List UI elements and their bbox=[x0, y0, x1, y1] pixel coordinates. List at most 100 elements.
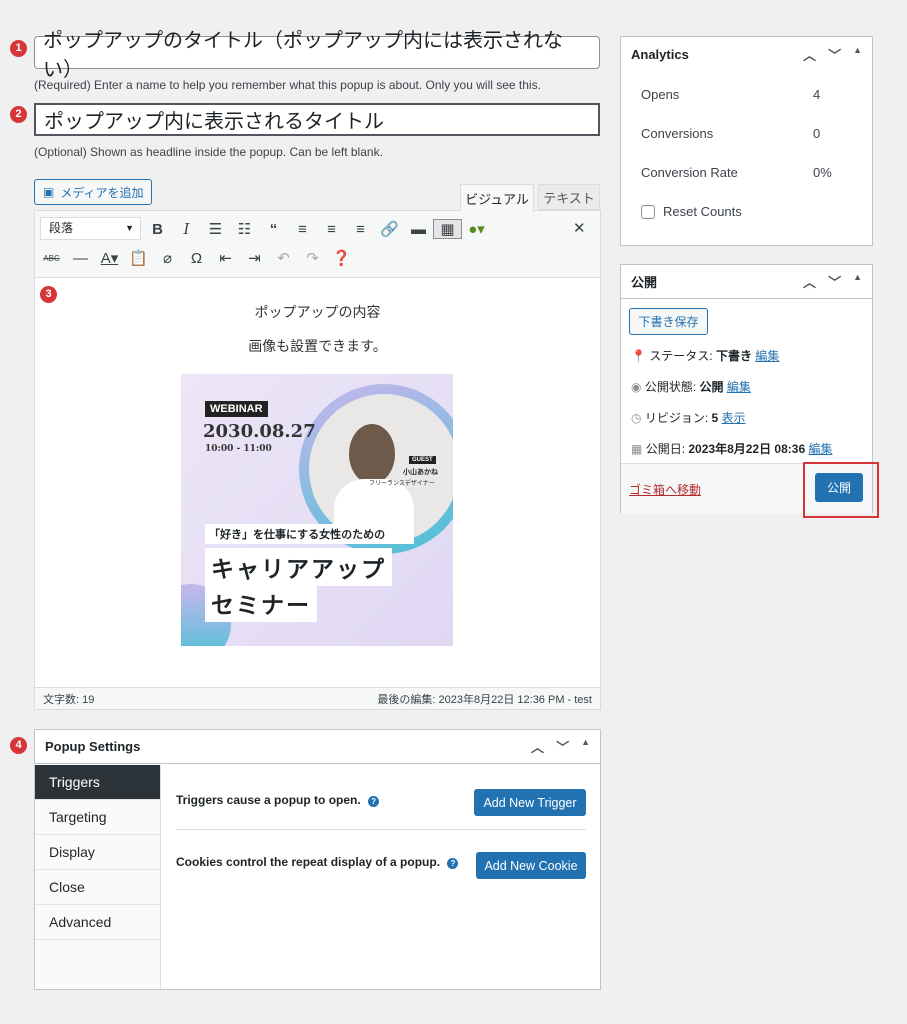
reset-counts-checkbox[interactable]: Reset Counts bbox=[641, 204, 742, 219]
read-more-icon[interactable]: ▬ bbox=[404, 221, 433, 238]
popup-settings-header: Popup Settings ︿ ﹀ ▲ bbox=[35, 730, 600, 764]
plugin-icon[interactable]: ●▾ bbox=[462, 220, 491, 238]
conversions-row: Conversions 0 bbox=[641, 126, 821, 141]
add-media-label: メディアを追加 bbox=[60, 185, 144, 200]
align-left-icon[interactable]: ≡ bbox=[288, 221, 317, 238]
editor-status-bar: 文字数: 19 最後の編集: 2023年8月22日 12:36 PM - test bbox=[35, 687, 600, 709]
popup-headline-input[interactable]: ポップアップ内に表示されるタイトル bbox=[34, 103, 600, 136]
toggle-panel-icon[interactable]: ▲ bbox=[853, 272, 862, 291]
webinar-tag: WEBINAR bbox=[205, 401, 268, 417]
format-value: 段落 bbox=[49, 221, 74, 235]
webinar-time: 10:00 - 11:00 bbox=[205, 444, 272, 454]
edit-date-link[interactable]: 編集 bbox=[808, 442, 832, 456]
editor-toolbar: 段落 ▼ B I ☰ ☷ “≡ ≡ ≡ 🔗 ▬ ▦ ●▾ ✕ ABC — A▾ 📋 ⌀ Ω ⇤ ⇥ ↶ ↷ ❓ bbox=[35, 211, 600, 278]
undo-icon[interactable]: ↶ bbox=[269, 249, 298, 267]
numbered-list-icon[interactable]: ☷ bbox=[230, 220, 259, 238]
view-revisions-link[interactable]: 表示 bbox=[722, 411, 746, 425]
help-icon[interactable]: ? bbox=[447, 858, 459, 869]
tab-text[interactable]: テキスト bbox=[538, 184, 600, 210]
popup-name-value: ポップアップのタイトル（ポップアップ内には表示されない） bbox=[43, 29, 563, 81]
tab-visual[interactable]: ビジュアル bbox=[460, 184, 534, 211]
step-badge-2: 2 bbox=[10, 106, 27, 123]
tab-triggers[interactable]: Triggers bbox=[35, 765, 160, 800]
text-color-icon[interactable]: A▾ bbox=[95, 249, 124, 267]
tab-advanced[interactable]: Advanced bbox=[35, 905, 160, 940]
guest-role: フリーランスデザイナー bbox=[369, 481, 435, 487]
content-paragraph: 画像も設置できます。 bbox=[248, 339, 387, 355]
opens-row: Opens 4 bbox=[641, 87, 821, 102]
step-badge-4: 4 bbox=[10, 737, 27, 754]
move-down-icon[interactable]: ﹀ bbox=[828, 272, 841, 291]
editor: 段落 ▼ B I ☰ ☷ “≡ ≡ ≡ 🔗 ▬ ▦ ●▾ ✕ ABC — A▾ 📋 ⌀ Ω ⇤ ⇥ ↶ ↷ ❓ 3 ポップ… bbox=[34, 210, 601, 710]
cookies-description: Cookies control the repeat display of a … bbox=[176, 855, 459, 869]
webinar-image[interactable]: WEBINAR 2030.08.27 10:00 - 11:00 GUEST 小… bbox=[181, 374, 453, 646]
popup-name-input[interactable]: ポップアップのタイトル（ポップアップ内には表示されない） bbox=[34, 30, 600, 81]
webinar-title-2: セミナー bbox=[205, 584, 317, 622]
analytics-box: Analytics ︿ ﹀ ▲ Opens 4 Conversions 0 Convers… bbox=[620, 36, 873, 246]
move-down-icon[interactable]: ﹀ bbox=[828, 45, 841, 64]
word-count: 文字数: 19 bbox=[43, 693, 95, 706]
webinar-title-1: キャリアアップ bbox=[205, 548, 392, 586]
help-icon[interactable]: ? bbox=[368, 796, 380, 807]
toolbar-toggle-icon[interactable]: ▦ bbox=[433, 219, 462, 239]
bullet-list-icon[interactable]: ☰ bbox=[201, 220, 230, 238]
settings-tabs: Triggers Targeting Display Close Advance… bbox=[35, 765, 161, 989]
toggle-panel-icon[interactable]: ▲ bbox=[853, 45, 862, 64]
publish-button[interactable]: 公開 bbox=[815, 473, 863, 502]
paste-text-icon[interactable]: 📋 bbox=[124, 249, 153, 267]
checkbox[interactable] bbox=[641, 204, 655, 219]
tab-display[interactable]: Display bbox=[35, 835, 160, 870]
align-center-icon[interactable]: ≡ bbox=[317, 221, 346, 238]
help-icon[interactable]: ❓ bbox=[327, 249, 356, 267]
popup-headline-help: (Optional) Shown as headline inside the … bbox=[34, 145, 383, 159]
analytics-header: Analytics ︿ ﹀ ▲ bbox=[621, 37, 872, 71]
italic-icon[interactable]: I bbox=[172, 220, 201, 238]
strikethrough-icon[interactable]: ABC bbox=[37, 254, 66, 263]
move-down-icon[interactable]: ﹀ bbox=[556, 737, 569, 756]
status-row: 📍 ステータス: 下書き 編集 bbox=[631, 349, 780, 363]
publish-title: 公開 bbox=[631, 275, 658, 290]
save-draft-button[interactable]: 下書き保存 bbox=[629, 308, 708, 335]
edit-status-link[interactable]: 編集 bbox=[755, 349, 779, 363]
edit-visibility-link[interactable]: 編集 bbox=[727, 380, 751, 394]
clear-formatting-icon[interactable]: ⌀ bbox=[153, 249, 182, 267]
triggers-description: Triggers cause a popup to open. ? bbox=[176, 793, 380, 807]
media-icon: ▣ bbox=[43, 185, 55, 199]
add-new-cookie-button[interactable]: Add New Cookie bbox=[476, 852, 586, 879]
popup-settings-title: Popup Settings bbox=[45, 739, 141, 754]
step-badge-3: 3 bbox=[40, 286, 57, 303]
move-up-icon[interactable]: ︿ bbox=[803, 45, 816, 64]
link-icon[interactable]: 🔗 bbox=[375, 220, 404, 238]
add-new-trigger-button[interactable]: Add New Trigger bbox=[474, 789, 586, 816]
blockquote-icon[interactable]: “ bbox=[259, 221, 288, 238]
popup-headline-value: ポップアップ内に表示されるタイトル bbox=[44, 111, 384, 133]
special-character-icon[interactable]: Ω bbox=[182, 250, 211, 267]
popup-name-help: (Required) Enter a name to help you reme… bbox=[34, 78, 541, 92]
webinar-subtitle: 「好き」を仕事にする女性のための bbox=[205, 524, 390, 544]
indent-icon[interactable]: ⇥ bbox=[240, 249, 269, 267]
conversion-rate-row: Conversion Rate 0% bbox=[641, 165, 832, 180]
tab-close[interactable]: Close bbox=[35, 870, 160, 905]
step-badge-1: 1 bbox=[10, 40, 27, 57]
move-up-icon[interactable]: ︿ bbox=[803, 272, 816, 291]
toggle-panel-icon[interactable]: ▲ bbox=[581, 737, 590, 756]
redo-icon[interactable]: ↷ bbox=[298, 249, 327, 267]
calendar-icon: ▦ bbox=[631, 442, 643, 456]
pin-icon: 📍 bbox=[631, 349, 646, 363]
popup-settings-box: Popup Settings ︿ ﹀ ▲ Triggers Targeting Dis… bbox=[34, 729, 601, 990]
move-up-icon[interactable]: ︿ bbox=[531, 737, 544, 756]
outdent-icon[interactable]: ⇤ bbox=[211, 249, 240, 267]
tab-targeting[interactable]: Targeting bbox=[35, 800, 160, 835]
format-select[interactable]: 段落 ▼ bbox=[40, 217, 141, 240]
chevron-down-icon: ▼ bbox=[125, 223, 134, 233]
eye-icon: ◉ bbox=[631, 380, 642, 394]
publish-date-row: ▦ 公開日: 2023年8月22日 08:36 編集 bbox=[631, 442, 833, 456]
fullscreen-icon[interactable]: ✕ bbox=[573, 219, 586, 237]
editor-content[interactable]: ポップアップの内容 画像も設置できます。 bbox=[35, 302, 600, 356]
guest-name: 小山あかね bbox=[403, 469, 438, 476]
add-media-button[interactable]: ▣ メディアを追加 bbox=[34, 179, 152, 205]
move-to-trash-link[interactable]: ゴミ箱へ移動 bbox=[629, 481, 701, 498]
align-right-icon[interactable]: ≡ bbox=[346, 221, 375, 238]
horizontal-line-icon[interactable]: — bbox=[66, 250, 95, 267]
bold-icon[interactable]: B bbox=[143, 221, 172, 238]
